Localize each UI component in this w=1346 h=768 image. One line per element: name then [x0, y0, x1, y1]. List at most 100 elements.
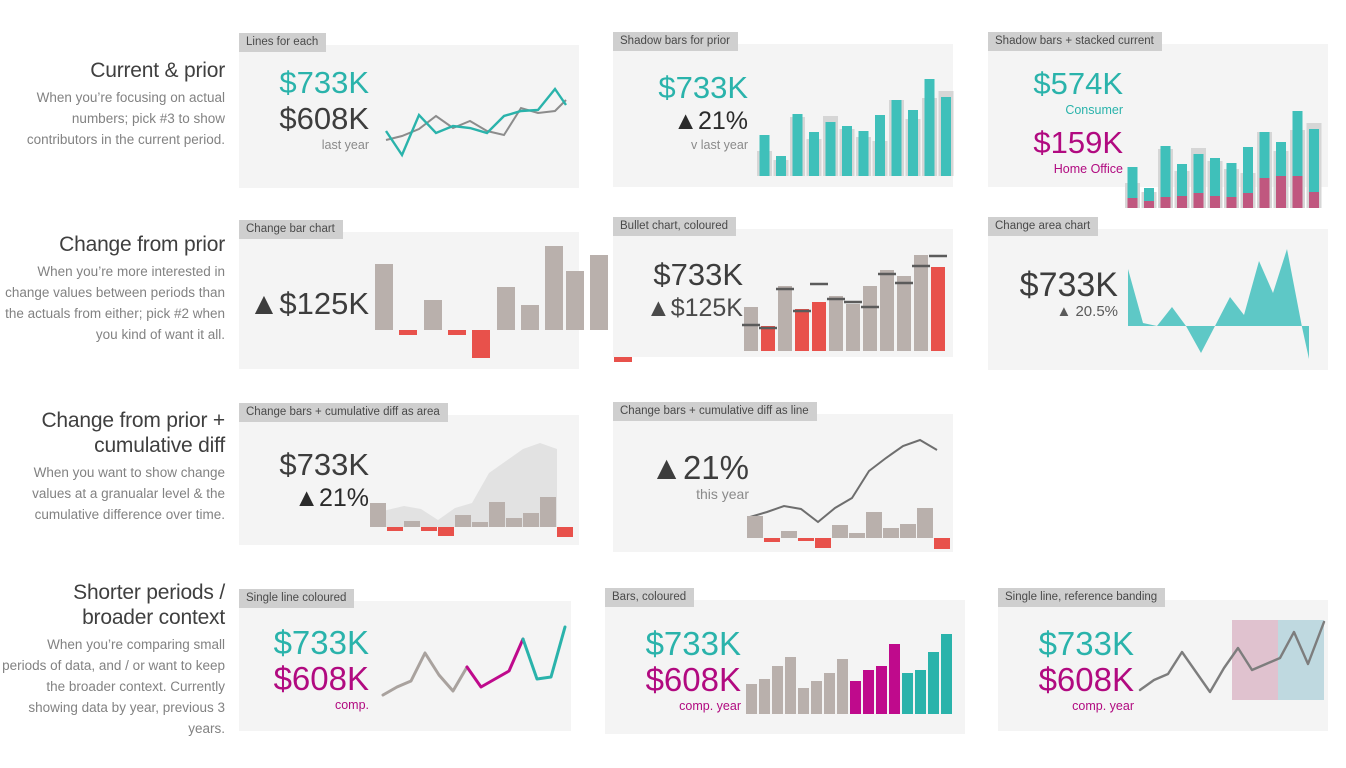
panel-shadow-bars-prior[interactable]: Shadow bars for prior $733K ▲21% v last …	[613, 32, 955, 187]
kpi-value: $733K	[653, 257, 743, 292]
chart-bullet-coloured[interactable]	[742, 245, 949, 351]
kpi-sublabel: comp. year	[1072, 699, 1134, 713]
positive-bars	[375, 246, 563, 330]
row-title: Current & prior	[90, 59, 225, 82]
chart-single-line-banding[interactable]	[1138, 618, 1328, 714]
panel-tab-label[interactable]: Change bars + cumulative diff as area	[239, 403, 448, 422]
row-body: When you’re comparing small periods of d…	[2, 637, 225, 736]
chart-change-area[interactable]	[1126, 241, 1318, 365]
kpi-delta: ▲$125K	[248, 286, 369, 321]
kpi-block: ▲21% this year	[619, 450, 749, 503]
kpi-sublabel: comp. year	[679, 699, 741, 713]
kpi-value: $733K	[1019, 266, 1118, 304]
kpi-block: $733K ▲21% v last year	[623, 70, 748, 154]
chart-change-bars-cumulative-area[interactable]	[370, 423, 575, 545]
panel-change-bars-cumulative-line[interactable]: Change bars + cumulative diff as line ▲2…	[613, 402, 953, 554]
panel-single-line-reference-banding[interactable]: Single line, reference banding $733K $60…	[998, 588, 1328, 731]
bars-comp-year	[850, 644, 900, 714]
negative-bars	[387, 527, 573, 537]
dashboard-canvas: Current & prior When you’re focusing on …	[0, 0, 1346, 768]
kpi-delta: ▲21%	[294, 484, 369, 512]
bars-context	[746, 657, 848, 714]
kpi-consumer-label: Consumer	[1065, 103, 1123, 117]
panel-tab-label[interactable]: Lines for each	[239, 33, 327, 52]
kpi-prior-value: $608K	[279, 101, 369, 136]
positive-bar	[590, 255, 608, 330]
panel-tab-label[interactable]: Single line, reference banding	[998, 588, 1166, 607]
row-description-change-from-prior: Change from prior When you’re more inter…	[0, 232, 225, 345]
chart-shadow-bars-stacked[interactable]	[1125, 68, 1323, 208]
kpi-prior-value: $608K	[1038, 661, 1134, 698]
kpi-value: $733K	[279, 447, 369, 482]
row-title: Change from prior + cumulative diff	[41, 409, 225, 457]
row-body: When you’re focusing on actual numbers; …	[26, 90, 225, 147]
panel-tab-label[interactable]: Change bar chart	[239, 220, 343, 239]
chart-lines-for-each[interactable]	[384, 73, 569, 173]
row-body: When you want to show change values at a…	[32, 465, 225, 522]
kpi-current-value: $733K	[1038, 625, 1134, 662]
reference-band-prior	[1232, 620, 1278, 700]
kpi-delta: ▲21%	[650, 449, 749, 486]
shadow-bars	[1125, 123, 1322, 208]
panel-tab-label[interactable]: Change bars + cumulative diff as line	[613, 402, 817, 421]
line-segment-comp	[465, 637, 525, 689]
line-segment-current	[521, 625, 567, 681]
bars-current-year	[902, 634, 952, 714]
row-description-shorter-periods: Shorter periods / broader context When y…	[0, 580, 225, 739]
negative-bars	[764, 538, 950, 549]
row-description-cumulative-diff: Change from prior + cumulative diff When…	[0, 408, 225, 525]
panel-bullet-chart-coloured[interactable]: Bullet chart, coloured $733K ▲$125K	[613, 217, 953, 357]
kpi-homeoffice-label: Home Office	[1053, 162, 1123, 176]
panel-shadow-bars-stacked[interactable]: Shadow bars + stacked current $574K Cons…	[988, 32, 1328, 208]
kpi-sublabel: this year	[696, 486, 749, 502]
panel-tab-label[interactable]: Bars, coloured	[605, 588, 695, 607]
positive-bars	[747, 508, 933, 538]
panel-tab-label[interactable]: Single line coloured	[239, 589, 355, 608]
chart-shadow-bars-prior[interactable]	[757, 68, 955, 176]
area-series	[1128, 249, 1309, 359]
chart-bars-coloured[interactable]	[746, 622, 954, 714]
series-last-year	[385, 99, 567, 141]
reference-band-current	[1278, 620, 1324, 700]
kpi-sublabel: v last year	[691, 138, 748, 152]
kpi-homeoffice-value: $159K	[1033, 125, 1123, 160]
kpi-block: $733K ▲21%	[239, 447, 369, 514]
row-description-current-prior: Current & prior When you’re focusing on …	[0, 58, 225, 150]
kpi-block: $733K ▲ 20.5%	[988, 267, 1118, 320]
kpi-current-value: $733K	[273, 624, 369, 661]
panel-tab-label[interactable]: Shadow bars + stacked current	[988, 32, 1162, 51]
panel-tab-label[interactable]: Shadow bars for prior	[613, 32, 738, 51]
kpi-prior-value: $608K	[273, 660, 369, 697]
cumulative-line	[749, 438, 938, 524]
chart-single-line-coloured[interactable]	[379, 621, 569, 717]
kpi-current-value: $733K	[279, 65, 369, 100]
kpi-block: $733K $608K last year	[239, 65, 369, 154]
panel-single-line-coloured[interactable]: Single line coloured $733K $608K comp.	[239, 589, 571, 731]
series-current-year	[385, 86, 567, 158]
panel-tab-label[interactable]: Change area chart	[988, 217, 1099, 236]
panel-change-bars-cumulative-area[interactable]: Change bars + cumulative diff as area $7…	[239, 403, 579, 545]
kpi-block: $733K $608K comp.	[239, 625, 369, 714]
chart-change-bar[interactable]	[371, 242, 571, 364]
kpi-delta: ▲ 20.5%	[1056, 303, 1118, 320]
line-segment-prior-context	[381, 651, 469, 697]
row-title: Shorter periods / broader context	[73, 581, 225, 629]
kpi-prior-value: $608K	[645, 661, 741, 698]
panel-change-area-chart[interactable]: Change area chart $733K ▲ 20.5%	[988, 217, 1328, 370]
kpi-block: $733K ▲$125K	[613, 257, 743, 324]
chart-change-bars-cumulative-line[interactable]	[747, 424, 952, 554]
negative-bars	[399, 330, 490, 358]
panel-tab-label[interactable]: Bullet chart, coloured	[613, 217, 737, 236]
kpi-block: ▲$125K	[239, 286, 369, 322]
kpi-sublabel: comp.	[334, 698, 369, 712]
panel-change-bar-chart[interactable]: Change bar chart ▲$125K	[239, 220, 632, 369]
row-title: Change from prior	[59, 233, 225, 256]
panel-lines-for-each[interactable]: Lines for each $733K $608K last year	[239, 33, 579, 188]
kpi-value: $733K	[658, 70, 748, 105]
kpi-block: $733K $608K comp. year	[611, 626, 741, 715]
kpi-delta: ▲$125K	[645, 294, 743, 322]
kpi-consumer-value: $574K	[1033, 66, 1123, 101]
kpi-current-value: $733K	[645, 625, 741, 662]
kpi-delta: ▲21%	[673, 107, 748, 135]
panel-bars-coloured[interactable]: Bars, coloured $733K $608K comp. year	[605, 588, 965, 734]
